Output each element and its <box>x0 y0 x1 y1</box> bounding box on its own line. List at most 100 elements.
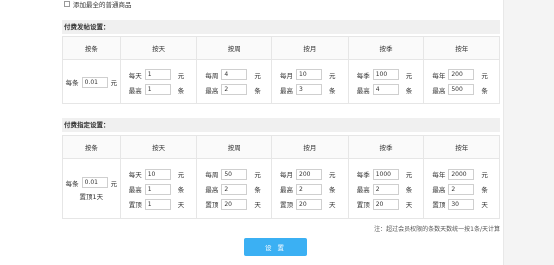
day-price-unit: 元 <box>177 171 185 179</box>
day-price-input[interactable]: 1 <box>144 69 171 80</box>
day-pin-unit: 天 <box>177 201 185 209</box>
day-max-input[interactable]: 1 <box>144 183 171 195</box>
month-max-unit: 条 <box>329 86 336 95</box>
year-price-unit: 元 <box>481 71 488 80</box>
per-item-cell: 每条 0.01 元 置顶1天 <box>63 159 121 219</box>
year-cell: 每年 2000 元 最高 2 条 置顶 30 天 <box>424 159 499 219</box>
add-all-products-row[interactable]: 添加最全的普通商品 <box>64 0 132 9</box>
month-price-label: 每月 <box>280 171 294 179</box>
header-per-week: 按周 <box>197 37 273 59</box>
header-per-item: 按条 <box>63 37 121 59</box>
header-per-week: 按周 <box>197 136 273 158</box>
header-per-quarter: 按季 <box>349 136 425 158</box>
quarter-max-label: 最高 <box>356 86 370 95</box>
year-price-input[interactable]: 2000 <box>448 168 475 180</box>
day-cell: 每天 10 元 最高 1 条 置顶 1 天 <box>121 159 198 219</box>
right-gutter <box>503 0 554 265</box>
week-price-unit: 元 <box>254 71 261 80</box>
week-cell: 每周 4 元 最高 2 条 <box>197 60 273 104</box>
day-max-unit: 条 <box>177 186 185 194</box>
week-pin-unit: 天 <box>254 201 261 209</box>
quarter-max-label: 最高 <box>356 186 370 194</box>
day-price-input[interactable]: 10 <box>144 168 171 180</box>
day-pin-input[interactable]: 1 <box>144 198 171 210</box>
month-max-unit: 条 <box>329 186 336 194</box>
day-price-unit: 元 <box>177 71 185 80</box>
month-pin-unit: 天 <box>329 201 336 209</box>
day-max-unit: 条 <box>177 86 185 95</box>
month-cell: 每月 10 元 最高 3 条 <box>272 60 349 104</box>
quarter-cell: 每季 100 元 最高 4 条 <box>349 60 425 104</box>
year-max-label: 最高 <box>432 86 446 95</box>
calculation-note: 注：超过会员权限的条数天数统一按1条/天计算 <box>374 226 500 233</box>
header-per-month: 按月 <box>272 136 349 158</box>
week-price-unit: 元 <box>254 171 261 179</box>
week-max-input[interactable]: 2 <box>221 183 248 195</box>
quarter-price-input[interactable]: 1000 <box>372 168 399 180</box>
year-max-input[interactable]: 2 <box>448 183 475 195</box>
header-per-month: 按月 <box>272 37 349 59</box>
year-pin-unit: 天 <box>481 201 488 209</box>
quarter-price-input[interactable]: 100 <box>372 69 399 80</box>
header-per-item: 按条 <box>63 136 121 158</box>
table-row: 每条 0.01 元 每天 1 元 最高 1 条 每周 4 元 最高 2 条 每月 10 元 最高 3 条… <box>63 60 499 104</box>
per-item-prefix: 每条 <box>65 79 79 87</box>
year-cell: 每年 200 元 最高 500 条 <box>424 60 499 104</box>
per-item-prefix: 每条 <box>65 179 79 188</box>
year-max-unit: 条 <box>481 186 488 194</box>
quarter-price-unit: 元 <box>405 171 413 179</box>
submit-button[interactable]: 设 置 <box>244 238 307 256</box>
header-per-year: 按年 <box>455 144 469 152</box>
week-price-label: 每周 <box>205 71 219 80</box>
per-item-price-input[interactable]: 0.01 <box>81 76 108 88</box>
day-price-label: 每天 <box>128 71 142 80</box>
paid-pin-table: 按条 按天 按周 按月 按季 按年 每条 0.01 元 置顶1天 每天 10 元 最… <box>62 135 500 219</box>
quarter-max-input[interactable]: 4 <box>372 84 399 95</box>
year-max-input[interactable]: 500 <box>448 84 475 95</box>
quarter-cell: 每季 1000 元 最高 2 条 置顶 20 天 <box>349 159 425 219</box>
day-max-input[interactable]: 1 <box>144 84 171 95</box>
week-cell: 每周 50 元 最高 2 条 置顶 20 天 <box>197 159 273 219</box>
month-max-input[interactable]: 2 <box>296 183 323 195</box>
quarter-pin-input[interactable]: 20 <box>372 198 399 210</box>
month-price-input[interactable]: 200 <box>296 168 323 180</box>
quarter-max-unit: 条 <box>405 186 413 194</box>
per-item-price-input[interactable]: 0.01 <box>81 177 108 188</box>
quarter-max-unit: 条 <box>405 86 413 95</box>
week-max-label: 最高 <box>205 186 219 194</box>
month-pin-input[interactable]: 20 <box>296 198 323 210</box>
month-max-label: 最高 <box>280 186 294 194</box>
year-price-unit: 元 <box>481 171 488 179</box>
per-item-unit: 元 <box>110 179 118 188</box>
month-price-input[interactable]: 10 <box>296 69 323 80</box>
quarter-max-input[interactable]: 2 <box>372 183 399 195</box>
day-price-label: 每天 <box>128 171 142 179</box>
table-header: 按条 按天 按周 按月 按季 按年 <box>63 136 499 159</box>
quarter-pin-label: 置顶 <box>356 201 370 209</box>
header-per-quarter: 按季 <box>349 37 425 59</box>
week-price-input[interactable]: 4 <box>221 69 248 80</box>
month-max-input[interactable]: 3 <box>296 84 323 95</box>
week-pin-input[interactable]: 20 <box>221 198 248 210</box>
week-price-label: 每周 <box>205 171 219 179</box>
add-all-products-checkbox[interactable] <box>64 1 70 7</box>
per-item-unit: 元 <box>110 79 118 87</box>
section-paid-post-title: 付费发帖设置： <box>62 20 500 34</box>
week-price-input[interactable]: 50 <box>221 168 248 180</box>
year-price-label: 每年 <box>432 71 446 80</box>
year-pin-input[interactable]: 30 <box>448 198 475 210</box>
day-max-label: 最高 <box>128 186 142 194</box>
year-pin-label: 置顶 <box>432 201 446 209</box>
quarter-price-label: 每季 <box>356 171 370 179</box>
week-max-input[interactable]: 2 <box>221 84 248 95</box>
year-price-input[interactable]: 200 <box>448 69 475 80</box>
week-max-label: 最高 <box>205 86 219 95</box>
month-pin-label: 置顶 <box>280 201 294 209</box>
section-paid-pin-title: 付费指定设置： <box>62 118 500 132</box>
month-cell: 每月 200 元 最高 2 条 置顶 20 天 <box>272 159 349 219</box>
header-per-day: 按天 <box>121 136 198 158</box>
day-pin-label: 置顶 <box>128 201 142 209</box>
day-cell: 每天 1 元 最高 1 条 <box>121 60 198 104</box>
week-pin-label: 置顶 <box>205 201 219 209</box>
header-per-day: 按天 <box>121 37 198 59</box>
